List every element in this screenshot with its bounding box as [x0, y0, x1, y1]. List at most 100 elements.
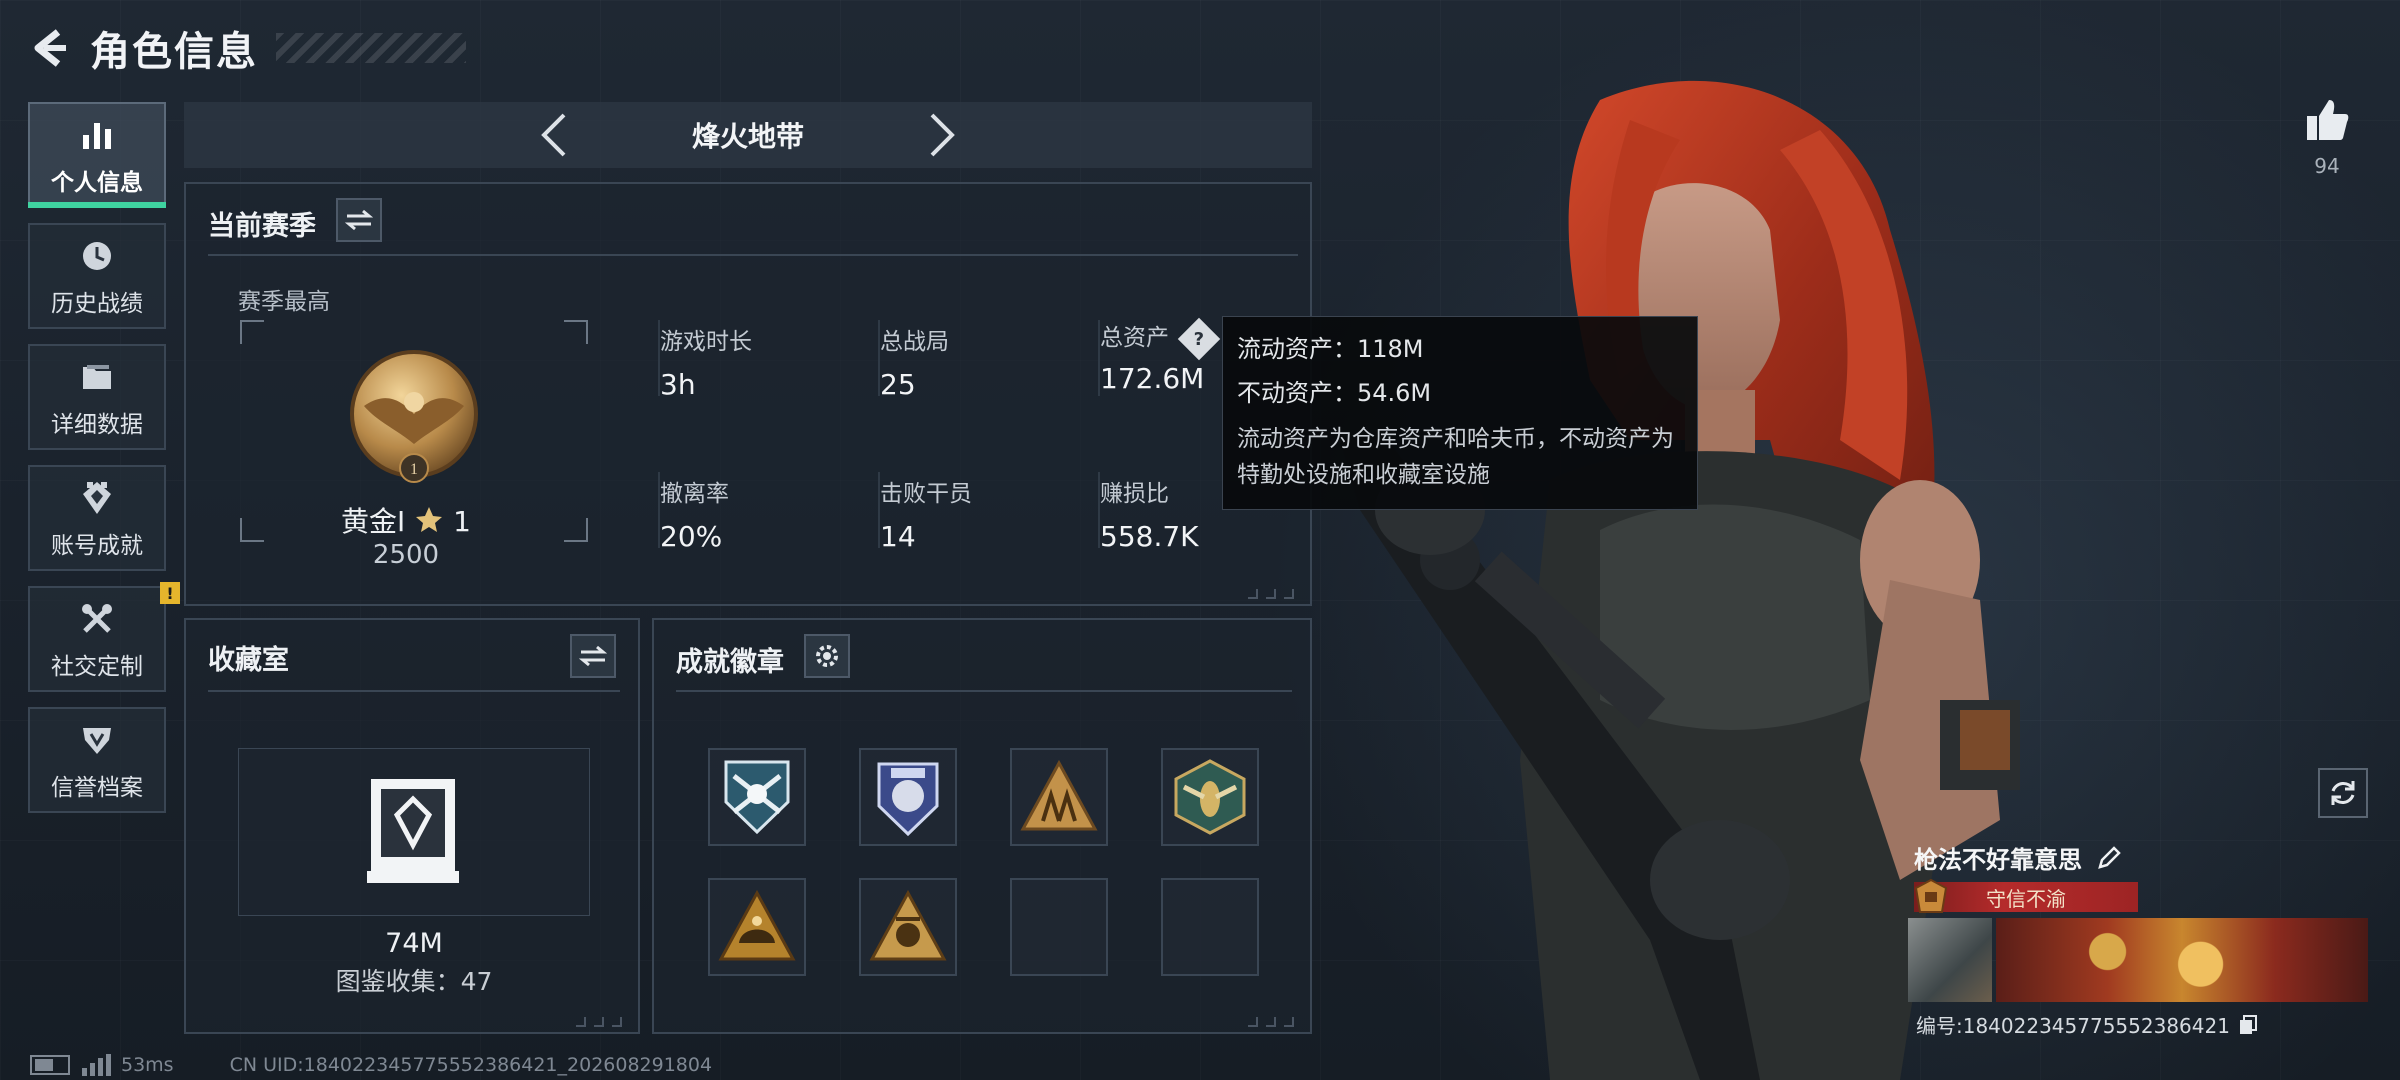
divider: [676, 690, 1292, 692]
thumbs-up-icon: [2307, 100, 2349, 140]
stat-label: 赚损比: [1100, 481, 1169, 507]
swap-icon: [345, 209, 373, 231]
refresh-button[interactable]: [2318, 768, 2368, 818]
clock-icon: [75, 234, 119, 278]
help-mark: ?: [1194, 327, 1205, 349]
sidebar-item-achievements[interactable]: 账号成就: [28, 465, 166, 571]
collection-preview[interactable]: [238, 748, 590, 916]
battery-icon: [30, 1055, 70, 1075]
divider: [208, 254, 1298, 256]
stat-extraction-rate: 撤离率 20%: [660, 474, 729, 553]
star-icon: [416, 507, 443, 532]
avatar: [1908, 918, 1992, 1002]
badge-slot-5[interactable]: [708, 878, 806, 976]
tooltip-description: 流动资产为仓库资产和哈夫币，不动资产为特勤处设施和收藏室设施: [1237, 426, 1674, 488]
sidebar-item-label: 详细数据: [51, 412, 143, 438]
sidebar-item-label: 历史战绩: [51, 291, 143, 317]
wrench-icon: [75, 597, 119, 641]
bar-chart-icon: [75, 113, 119, 157]
assets-tooltip: 流动资产：118M 不动资产：54.6M 流动资产为仓库资产和哈夫币，不动资产为…: [1222, 316, 1698, 510]
tooltip-liquid-assets: 流动资产：118M: [1237, 335, 1424, 363]
player-name: 枪法不好靠意思: [1914, 846, 2082, 874]
title-decoration: [276, 33, 466, 63]
header: 角色信息: [28, 18, 466, 78]
signal-icon: [82, 1054, 111, 1076]
stat-label: 游戏时长: [660, 329, 752, 355]
player-id-row: 编号:18402234577555238642​1: [1916, 1010, 2258, 1039]
edit-icon[interactable]: [2096, 845, 2122, 871]
sidebar-item-label: 个人信息: [51, 170, 143, 196]
stat-operators-defeated: 击败干员 14: [880, 474, 972, 553]
badge-slot-6[interactable]: [859, 878, 957, 976]
sidebar-item-reputation[interactable]: 信誉档案: [28, 707, 166, 813]
mode-selector: 烽火地带: [184, 102, 1312, 168]
badge-slot-3[interactable]: [1010, 748, 1108, 846]
stat-value: 172.6M: [1100, 361, 1205, 395]
badge-slot-1[interactable]: [708, 748, 806, 846]
crossed-guns-shield-icon: [724, 760, 790, 835]
sidebar-item-label: 账号成就: [51, 533, 143, 559]
chevron-right-icon[interactable]: [923, 110, 963, 160]
achievement-icon: [75, 476, 119, 520]
sidebar-item-personal-info[interactable]: 个人信息: [28, 102, 166, 208]
stat-label: 总资产 ?: [1100, 317, 1221, 360]
stat-label: 撤离率: [660, 481, 729, 507]
like-count: 94: [2314, 154, 2340, 178]
back-arrow-icon[interactable]: [28, 26, 72, 70]
sidebar-item-history[interactable]: 历史战绩: [28, 223, 166, 329]
uid-text: CN UID:18402234577555238642​1_2026082918…: [229, 1054, 713, 1076]
banner-image: [1996, 918, 2368, 1002]
player-id: 编号:18402234577555238642​1: [1916, 1014, 2230, 1038]
stat-profit-ratio: 赚损比 558.7K: [1100, 474, 1199, 553]
badge-slot-4[interactable]: [1161, 748, 1259, 846]
ping-value: 53ms: [121, 1054, 174, 1076]
corner-decoration: [568, 1012, 628, 1027]
chevron-left-icon[interactable]: [533, 110, 573, 160]
switch-season-button[interactable]: [336, 198, 382, 242]
stat-play-time: 游戏时长 3h: [660, 322, 752, 401]
stat-value: 558.7K: [1100, 520, 1199, 553]
stat-label-text: 总资产: [1100, 325, 1169, 351]
swap-icon: [579, 645, 607, 667]
gold-rank-emblem-icon: 1: [350, 350, 478, 483]
stat-label: 击败干员: [880, 481, 972, 507]
sidebar: 个人信息 历史战绩 详细数据 账号成就 ! 社交定制 信誉档案: [28, 102, 180, 828]
stat-total-matches: 总战局 25: [880, 322, 949, 401]
name-card-banner[interactable]: [1908, 918, 2368, 1002]
like-button[interactable]: 94: [2300, 96, 2354, 178]
sidebar-item-details[interactable]: 详细数据: [28, 344, 166, 450]
rank-stars: 1: [453, 505, 471, 538]
sidebar-item-social[interactable]: ! 社交定制: [28, 582, 180, 692]
refresh-icon: [2331, 781, 2355, 805]
police-badge-icon: [877, 762, 939, 837]
player-name-row: 枪法不好靠意思: [1914, 840, 2122, 875]
switch-collection-button[interactable]: [570, 634, 616, 678]
badges-panel: 成就徽章: [652, 618, 1312, 1034]
emblem-triangle-icon: [869, 889, 947, 961]
stat-label: 总战局: [880, 329, 949, 355]
badge-slot-2[interactable]: [859, 748, 957, 846]
divider: [208, 690, 620, 692]
collection-title: 收藏室: [208, 645, 289, 676]
help-icon[interactable]: ?: [1178, 317, 1221, 360]
season-title: 当前赛季: [208, 211, 316, 242]
corner-decoration: [1240, 584, 1300, 599]
badge-slot-empty[interactable]: [1161, 878, 1259, 976]
badge-settings-button[interactable]: [804, 634, 850, 678]
alert-badge: !: [160, 582, 180, 604]
page-title: 角色信息: [90, 29, 258, 75]
shield-icon: [75, 718, 119, 762]
badges-title: 成就徽章: [676, 647, 784, 678]
vault-icon: [367, 779, 459, 883]
rank-name-row: 黄金I 1: [236, 500, 576, 540]
copy-icon[interactable]: [2238, 1014, 2258, 1036]
mode-label: 烽火地带: [691, 120, 804, 153]
gear-icon: [816, 645, 838, 667]
corner-decoration: [1240, 1012, 1300, 1027]
helmet-triangle-icon: [718, 889, 796, 961]
stat-value: 25: [880, 368, 916, 401]
title-emblem-icon: [1914, 878, 1948, 913]
status-bar: 53ms CN UID:18402234577555238642​1_20260…: [30, 1052, 712, 1078]
badge-slot-empty[interactable]: [1010, 878, 1108, 976]
sidebar-item-label: 信誉档案: [51, 775, 143, 801]
